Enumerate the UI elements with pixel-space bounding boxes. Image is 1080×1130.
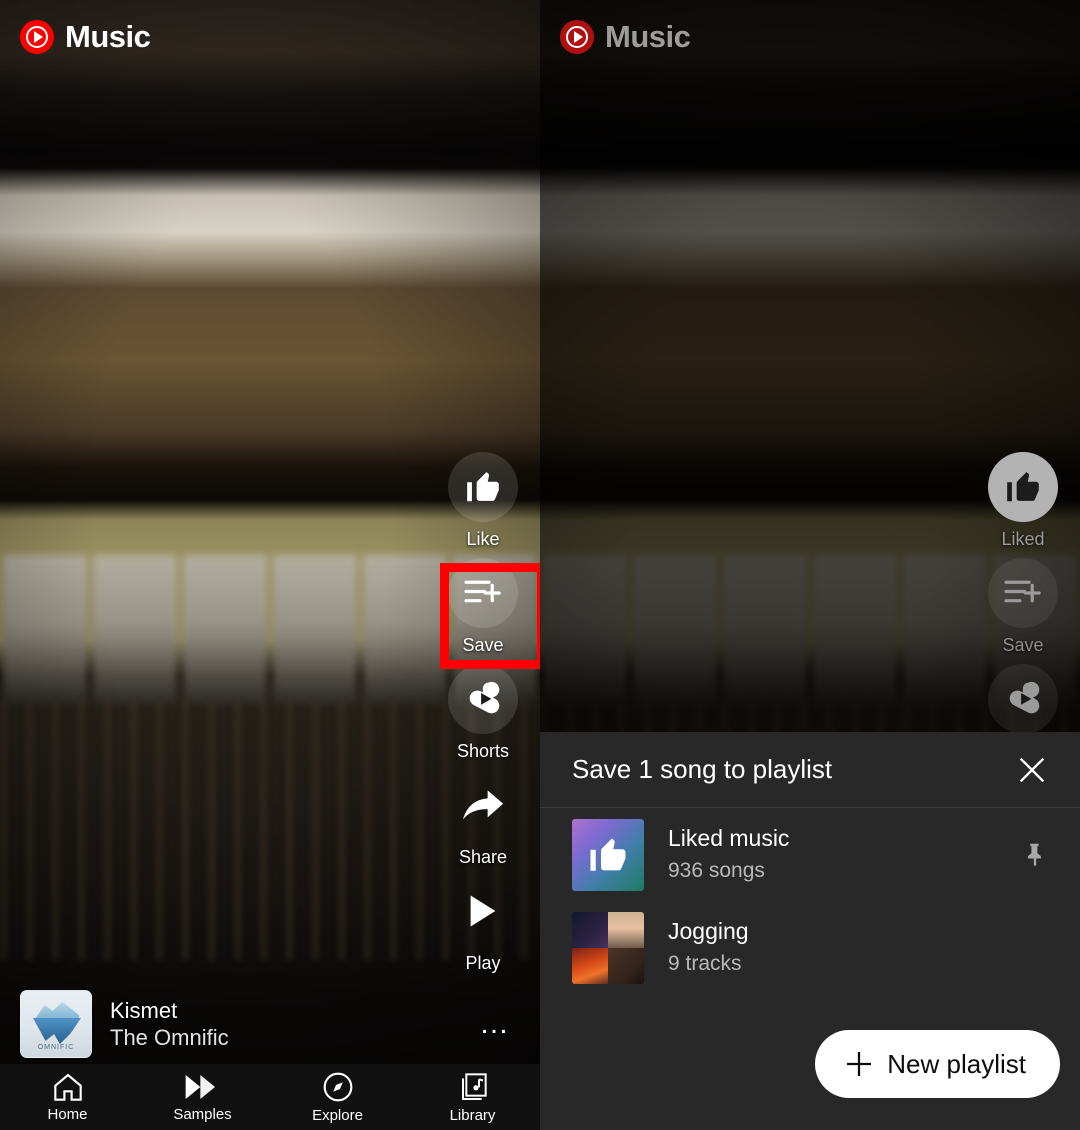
shorts-button[interactable]: Shorts: [442, 664, 524, 762]
shorts-button[interactable]: [982, 664, 1064, 741]
app-title: Music: [65, 19, 151, 54]
playlist-grid-thumb: [572, 911, 644, 984]
app-title: Music: [605, 19, 691, 54]
album-art: OMNIFIC: [20, 990, 92, 1058]
nav-item-samples[interactable]: Samples: [135, 1064, 270, 1130]
left-phone-panel: Music Like Save Shorts Share Play OMNIFI…: [0, 0, 540, 1130]
liked-label: Liked: [1001, 529, 1045, 549]
plus-icon: [843, 1048, 875, 1080]
save-label: Save: [1002, 635, 1044, 655]
playlist-row-liked-music[interactable]: Liked music 936 songs: [540, 808, 1080, 901]
shorts-label: Shorts: [456, 741, 510, 761]
share-label: Share: [458, 847, 508, 867]
save-button[interactable]: Save: [982, 558, 1064, 656]
right-phone-panel: Music Liked Save Save 1 song to playlist…: [540, 0, 1080, 1130]
action-rail: Liked Save: [982, 452, 1064, 749]
share-button[interactable]: Share: [442, 770, 524, 868]
playlist-row-jogging[interactable]: Jogging 9 tracks: [540, 901, 1080, 994]
explore-compass-icon: [322, 1071, 354, 1103]
like-button[interactable]: Like: [442, 452, 524, 550]
home-icon: [52, 1072, 84, 1102]
playlist-meta: Jogging 9 tracks: [668, 917, 1052, 977]
samples-icon: [183, 1072, 223, 1102]
shorts-icon: [988, 664, 1058, 734]
save-to-playlist-icon: [988, 558, 1058, 628]
liked-button[interactable]: Liked: [982, 452, 1064, 550]
nav-label-library: Library: [449, 1106, 496, 1124]
playlist-meta: Liked music 936 songs: [668, 824, 1018, 884]
app-header: Music: [0, 0, 540, 74]
playlist-name: Jogging: [668, 918, 749, 945]
youtube-music-logo-icon: [20, 20, 54, 54]
now-playing-bar[interactable]: OMNIFIC Kismet The Omnific …: [0, 984, 540, 1064]
song-title: Kismet: [110, 997, 178, 1023]
playlist-subtitle: 936 songs: [668, 859, 765, 883]
new-playlist-label: New playlist: [887, 1048, 1026, 1079]
app-header: Music: [540, 0, 1080, 74]
sheet-title: Save 1 song to playlist: [572, 754, 833, 784]
album-art-caption: OMNIFIC: [37, 1044, 75, 1051]
thumbs-up-filled-icon: [988, 452, 1058, 522]
liked-music-thumb: [572, 818, 644, 891]
song-meta: Kismet The Omnific: [110, 997, 479, 1052]
more-horizontal-icon[interactable]: …: [479, 1007, 520, 1041]
share-arrow-icon: [448, 770, 518, 840]
save-to-playlist-sheet: Save 1 song to playlist Liked music 936 …: [540, 732, 1080, 1130]
play-icon: [448, 876, 518, 946]
nav-label-explore: Explore: [312, 1106, 363, 1124]
shorts-icon: [448, 664, 518, 734]
screenshot-root: Music Like Save Shorts Share Play OMNIFI…: [0, 0, 1080, 1130]
nav-item-explore[interactable]: Explore: [270, 1064, 405, 1130]
close-icon[interactable]: [1012, 750, 1052, 790]
bottom-navigation: Home Samples Explore Library: [0, 1064, 540, 1130]
song-artist: The Omnific: [110, 1025, 229, 1050]
nav-label-samples: Samples: [173, 1105, 232, 1123]
new-playlist-button[interactable]: New playlist: [815, 1030, 1060, 1098]
nav-item-library[interactable]: Library: [405, 1064, 540, 1130]
playlist-name: Liked music: [668, 825, 790, 852]
pin-icon[interactable]: [1018, 838, 1052, 872]
action-rail: Like Save Shorts Share Play: [442, 452, 524, 982]
nav-item-home[interactable]: Home: [0, 1064, 135, 1130]
nav-label-home: Home: [47, 1105, 88, 1123]
like-label: Like: [466, 529, 500, 549]
library-icon: [457, 1071, 489, 1103]
play-button[interactable]: Play: [442, 876, 524, 974]
sheet-header: Save 1 song to playlist: [540, 732, 1080, 808]
annotation-highlight-save: [440, 563, 540, 669]
playlist-subtitle: 9 tracks: [668, 952, 742, 976]
thumbs-up-icon: [448, 452, 518, 522]
youtube-music-logo-icon: [560, 20, 594, 54]
play-label: Play: [465, 953, 501, 973]
